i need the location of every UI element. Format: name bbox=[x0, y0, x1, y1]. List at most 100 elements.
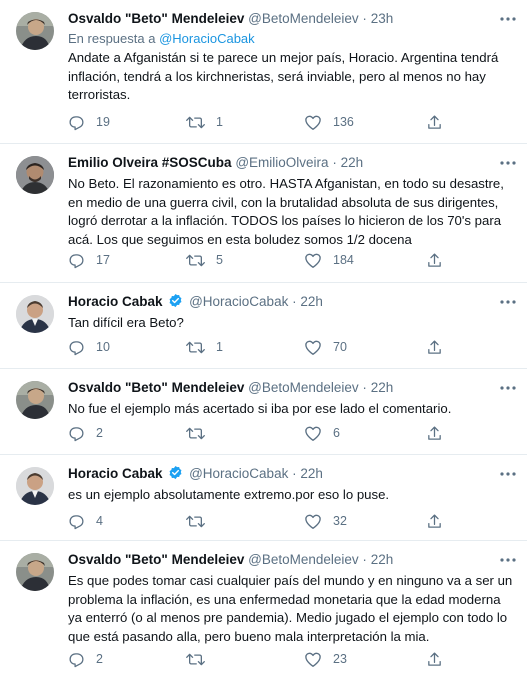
reply-button[interactable]: 4 bbox=[68, 510, 103, 532]
verified-badge-icon bbox=[169, 465, 182, 480]
author-handle[interactable]: @BetoMendeleiev bbox=[248, 552, 359, 567]
tweet-actions: 10 1 70 bbox=[68, 336, 488, 358]
like-count: 70 bbox=[333, 340, 347, 354]
like-button[interactable]: 136 bbox=[304, 111, 354, 133]
more-icon[interactable] bbox=[497, 549, 519, 571]
tweet-body: Emilio Olveira #SOSCuba @EmilioOlveira ·… bbox=[68, 154, 513, 249]
author-handle[interactable]: @EmilioOlveira bbox=[235, 155, 328, 170]
avatar-image bbox=[16, 467, 54, 505]
avatar-beto[interactable] bbox=[16, 12, 54, 50]
reply-prefix: En respuesta a bbox=[68, 31, 156, 46]
tweet[interactable]: Horacio Cabak @HoracioCabak · 22h Tan di… bbox=[0, 283, 527, 369]
like-icon bbox=[305, 253, 321, 268]
like-icon bbox=[305, 652, 321, 667]
reply-button[interactable]: 17 bbox=[68, 249, 110, 271]
retweet-button[interactable]: 1 bbox=[186, 111, 223, 133]
avatar-horacio[interactable] bbox=[16, 467, 54, 505]
retweet-count: 1 bbox=[216, 340, 223, 354]
tweet-timestamp[interactable]: 22h bbox=[371, 552, 394, 567]
author-handle[interactable]: @BetoMendeleiev bbox=[248, 11, 359, 26]
share-button[interactable] bbox=[426, 422, 443, 444]
retweet-button[interactable] bbox=[186, 648, 216, 670]
tweet-text: No fue el ejemplo más acertado si iba po… bbox=[68, 401, 452, 416]
tweet[interactable]: Osvaldo "Beto" Mendeleiev @BetoMendeleie… bbox=[0, 541, 527, 675]
reply-handle-link[interactable]: @HoracioCabak bbox=[159, 31, 255, 46]
tweet-text: No Beto. El razonamiento es otro. HASTA … bbox=[68, 176, 504, 247]
more-icon[interactable] bbox=[497, 291, 519, 313]
tweet[interactable]: Emilio Olveira #SOSCuba @EmilioOlveira ·… bbox=[0, 144, 527, 283]
tweet-body: Horacio Cabak @HoracioCabak · 22h Tan di… bbox=[68, 293, 513, 333]
tweet[interactable]: Osvaldo "Beto" Mendeleiev @BetoMendeleie… bbox=[0, 0, 527, 144]
author-handle[interactable]: @HoracioCabak bbox=[189, 294, 288, 309]
retweet-count: 1 bbox=[216, 115, 223, 129]
retweet-icon bbox=[186, 515, 205, 527]
like-button[interactable]: 23 bbox=[304, 648, 347, 670]
like-button[interactable]: 184 bbox=[304, 249, 354, 271]
like-button[interactable]: 6 bbox=[304, 422, 340, 444]
separator-dot: · bbox=[362, 552, 367, 567]
author-name[interactable]: Horacio Cabak bbox=[68, 294, 163, 309]
author-name[interactable]: Osvaldo "Beto" Mendeleiev bbox=[68, 11, 244, 26]
retweet-icon bbox=[186, 341, 205, 353]
share-button[interactable] bbox=[426, 249, 443, 271]
author-name[interactable]: Horacio Cabak bbox=[68, 466, 163, 481]
reply-button[interactable]: 2 bbox=[68, 422, 103, 444]
share-button[interactable] bbox=[426, 336, 443, 358]
like-count: 184 bbox=[333, 253, 354, 267]
tweet-timestamp[interactable]: 23h bbox=[371, 11, 394, 26]
more-icon[interactable] bbox=[497, 377, 519, 399]
reply-button[interactable]: 10 bbox=[68, 336, 110, 358]
share-icon bbox=[428, 339, 441, 354]
retweet-button[interactable] bbox=[186, 510, 216, 532]
more-icon[interactable] bbox=[497, 463, 519, 485]
verified-badge-icon bbox=[169, 293, 182, 308]
author-handle[interactable]: @HoracioCabak bbox=[189, 466, 288, 481]
like-icon bbox=[305, 340, 321, 355]
like-count: 6 bbox=[333, 426, 340, 440]
reply-icon bbox=[69, 426, 84, 441]
like-icon bbox=[305, 115, 321, 130]
reply-icon bbox=[69, 115, 84, 130]
author-handle[interactable]: @BetoMendeleiev bbox=[248, 380, 359, 395]
reply-count: 10 bbox=[96, 340, 110, 354]
tweet-header: Horacio Cabak @HoracioCabak · 22h bbox=[68, 465, 513, 483]
avatar-horacio[interactable] bbox=[16, 295, 54, 333]
avatar-image bbox=[16, 156, 54, 194]
tweet-timestamp[interactable]: 22h bbox=[341, 155, 364, 170]
like-button[interactable]: 70 bbox=[304, 336, 347, 358]
avatar-beto[interactable] bbox=[16, 381, 54, 419]
tweet-body: Osvaldo "Beto" Mendeleiev @BetoMendeleie… bbox=[68, 10, 513, 105]
tweet-header: Osvaldo "Beto" Mendeleiev @BetoMendeleie… bbox=[68, 551, 513, 569]
share-button[interactable] bbox=[426, 111, 443, 133]
tweet[interactable]: Osvaldo "Beto" Mendeleiev @BetoMendeleie… bbox=[0, 369, 527, 455]
tweet-timestamp[interactable]: 22h bbox=[300, 466, 323, 481]
share-button[interactable] bbox=[426, 648, 443, 670]
retweet-icon bbox=[186, 116, 205, 128]
share-icon bbox=[428, 513, 441, 528]
like-count: 32 bbox=[333, 514, 347, 528]
reply-count: 2 bbox=[96, 652, 103, 666]
more-icon[interactable] bbox=[497, 8, 519, 30]
reply-button[interactable]: 2 bbox=[68, 648, 103, 670]
share-button[interactable] bbox=[426, 510, 443, 532]
tweet-text: Andate a Afganistán si te parece un mejo… bbox=[68, 50, 499, 102]
retweet-button[interactable]: 5 bbox=[186, 249, 223, 271]
author-name[interactable]: Emilio Olveira #SOSCuba bbox=[68, 155, 232, 170]
retweet-button[interactable] bbox=[186, 422, 216, 444]
more-icon[interactable] bbox=[497, 152, 519, 174]
tweet-text: Tan difícil era Beto? bbox=[68, 315, 184, 330]
avatar-emilio[interactable] bbox=[16, 156, 54, 194]
reply-button[interactable]: 19 bbox=[68, 111, 110, 133]
share-icon bbox=[428, 114, 441, 129]
tweet[interactable]: Horacio Cabak @HoracioCabak · 22h es un … bbox=[0, 455, 527, 541]
author-name[interactable]: Osvaldo "Beto" Mendeleiev bbox=[68, 552, 244, 567]
like-count: 23 bbox=[333, 652, 347, 666]
tweet-timestamp[interactable]: 22h bbox=[300, 294, 323, 309]
author-name[interactable]: Osvaldo "Beto" Mendeleiev bbox=[68, 380, 244, 395]
like-button[interactable]: 32 bbox=[304, 510, 347, 532]
retweet-button[interactable]: 1 bbox=[186, 336, 223, 358]
avatar-beto[interactable] bbox=[16, 553, 54, 591]
separator-dot: · bbox=[292, 294, 297, 309]
reply-icon bbox=[69, 652, 84, 667]
tweet-timestamp[interactable]: 22h bbox=[371, 380, 394, 395]
